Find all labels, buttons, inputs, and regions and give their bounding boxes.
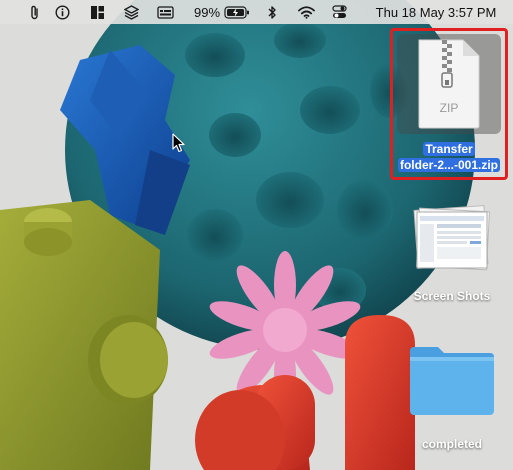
- window-layout-icon[interactable]: [88, 0, 106, 24]
- screen-shots-label: Screen Shots: [413, 289, 491, 303]
- control-center-icon[interactable]: [330, 0, 348, 24]
- mouse-pointer-icon: [172, 133, 185, 153]
- screenshot-stack-icon: [413, 205, 490, 271]
- red-outline-annotation: [390, 28, 508, 180]
- folder-icon: [410, 347, 494, 415]
- battery-percent[interactable]: 99%: [191, 0, 223, 24]
- keyboard-card-icon[interactable]: [155, 0, 175, 24]
- battery-charging-icon[interactable]: [223, 0, 251, 24]
- paperclip-icon[interactable]: [26, 0, 42, 24]
- desktop-item-completed-folder[interactable]: completed: [398, 340, 506, 452]
- info-circle-icon[interactable]: [53, 0, 71, 24]
- completed-label: completed: [421, 437, 482, 451]
- menu-bar: 99% Thu 18 May 3:57 PM: [0, 0, 513, 24]
- bluetooth-icon[interactable]: [264, 0, 280, 24]
- desktop-item-screen-shots[interactable]: Screen Shots: [398, 196, 506, 306]
- menu-bar-clock[interactable]: Thu 18 May 3:57 PM: [363, 0, 509, 24]
- desktop-item-transfer-zip[interactable]: ZIP Transfer folder-2...-001.zip: [390, 28, 508, 180]
- wifi-icon[interactable]: [296, 0, 316, 24]
- layers-icon[interactable]: [122, 0, 140, 24]
